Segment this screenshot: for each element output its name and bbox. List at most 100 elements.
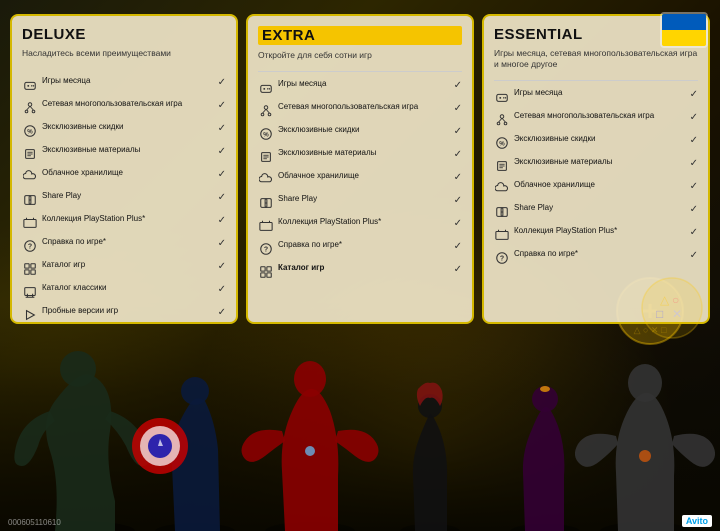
- check-icon: ✓: [690, 250, 698, 261]
- check-icon: ✓: [454, 126, 462, 137]
- feature-label: Облачное хранилище: [514, 180, 686, 190]
- check-icon: ✓: [218, 169, 226, 180]
- discount-icon: %: [22, 123, 38, 139]
- help-icon: ?: [494, 250, 510, 266]
- list-item: Каталог игр ✓: [258, 262, 462, 281]
- ps-collection-icon: [22, 215, 38, 231]
- feature-label: Сетевая многопользовательская игра: [278, 102, 450, 112]
- deluxe-title: DELUXE: [22, 26, 226, 43]
- cloud-icon: [258, 172, 274, 188]
- card-extra: EXTRA Откройте для себя сотни игр Игры м…: [246, 14, 474, 324]
- feature-label: Сетевая многопользовательская игра: [42, 99, 214, 109]
- check-icon: ✓: [454, 149, 462, 160]
- list-item: Share Play ✓: [494, 202, 698, 221]
- list-item: Игры месяца ✓: [494, 87, 698, 106]
- share-icon: [494, 204, 510, 220]
- feature-label: Коллекция PlayStation Plus*: [42, 214, 214, 224]
- materials-icon: [494, 158, 510, 174]
- list-item: Сетевая многопользовательская игра ✓: [22, 98, 226, 117]
- catalog-icon: [22, 261, 38, 277]
- svg-text:%: %: [27, 129, 33, 136]
- check-icon: ✓: [218, 238, 226, 249]
- list-item: Облачное хранилище ✓: [494, 179, 698, 198]
- feature-label: Каталог игр: [278, 263, 450, 273]
- list-item: Эксклюзивные материалы ✓: [494, 156, 698, 175]
- cloud-icon: [22, 169, 38, 185]
- network-icon: [258, 103, 274, 119]
- help-icon: ?: [22, 238, 38, 254]
- check-icon: ✓: [218, 307, 226, 318]
- check-icon: ✓: [690, 89, 698, 100]
- check-icon: ✓: [454, 241, 462, 252]
- svg-text:?: ?: [500, 256, 504, 263]
- feature-label: Эксклюзивные скидки: [278, 125, 450, 135]
- list-item: ? Справка по игре* ✓: [258, 239, 462, 258]
- list-item: % Эксклюзивные скидки ✓: [22, 121, 226, 140]
- feature-label: Справка по игре*: [42, 237, 214, 247]
- ps-collection-icon: [258, 218, 274, 234]
- list-item: ? Справка по игре* ✓: [22, 236, 226, 255]
- check-icon: ✓: [454, 103, 462, 114]
- gamepad-icon: [258, 80, 274, 96]
- feature-label: Share Play: [278, 194, 450, 204]
- list-item: Коллекция PlayStation Plus* ✓: [494, 225, 698, 244]
- cloud-icon: [494, 181, 510, 197]
- check-icon: ✓: [690, 158, 698, 169]
- list-item: Share Play ✓: [22, 190, 226, 209]
- characters-illustration: [0, 301, 720, 531]
- check-icon: ✓: [454, 195, 462, 206]
- list-item: Сетевая многопользовательская игра ✓: [258, 101, 462, 120]
- discount-icon: %: [258, 126, 274, 142]
- feature-label: Share Play: [42, 191, 214, 201]
- ukraine-flag: [660, 12, 708, 48]
- feature-label: Игры месяца: [278, 79, 450, 89]
- list-item: Каталог классики ✓: [22, 282, 226, 301]
- network-icon: [22, 100, 38, 116]
- check-icon: ✓: [690, 227, 698, 238]
- feature-label: Эксклюзивные материалы: [42, 145, 214, 155]
- check-icon: ✓: [218, 192, 226, 203]
- list-item: Share Play ✓: [258, 193, 462, 212]
- check-icon: ✓: [690, 181, 698, 192]
- plans-container: DELUXE Насладитесь всеми преимуществами …: [10, 14, 710, 324]
- check-icon: ✓: [218, 100, 226, 111]
- list-item: Каталог игр ✓: [22, 259, 226, 278]
- feature-label: Каталог игр: [42, 260, 214, 270]
- feature-label: Пробные версии игр: [42, 306, 214, 316]
- list-item: % Эксклюзивные скидки ✓: [494, 133, 698, 152]
- feature-label: Справка по игре*: [514, 249, 686, 259]
- check-icon: ✓: [218, 77, 226, 88]
- help-icon: ?: [258, 241, 274, 257]
- gamepad-icon: [494, 89, 510, 105]
- ps-collection-icon: [494, 227, 510, 243]
- list-item: Игры месяца ✓: [258, 78, 462, 97]
- check-icon: ✓: [218, 215, 226, 226]
- check-icon: ✓: [218, 284, 226, 295]
- materials-icon: [22, 146, 38, 162]
- extra-divider: [258, 71, 462, 72]
- list-item: Эксклюзивные материалы ✓: [258, 147, 462, 166]
- watermark: 000605110610: [8, 518, 61, 527]
- list-item: % Эксклюзивные скидки ✓: [258, 124, 462, 143]
- trials-icon: [22, 307, 38, 323]
- svg-text:%: %: [263, 132, 269, 139]
- ps-symbols-decoration: △ ○ □ ✕: [640, 276, 705, 346]
- feature-label: Справка по игре*: [278, 240, 450, 250]
- list-item: Игры месяца ✓: [22, 75, 226, 94]
- discount-icon: %: [494, 135, 510, 151]
- list-item: Сетевая многопользовательская игра ✓: [494, 110, 698, 129]
- list-item: Эксклюзивные материалы ✓: [22, 144, 226, 163]
- check-icon: ✓: [454, 172, 462, 183]
- svg-text:□: □: [656, 307, 663, 321]
- feature-label: Каталог классики: [42, 283, 214, 293]
- list-item: Коллекция PlayStation Plus* ✓: [22, 213, 226, 232]
- feature-label: Эксклюзивные материалы: [514, 157, 686, 167]
- list-item: Пробные версии игр ✓: [22, 305, 226, 324]
- share-icon: [258, 195, 274, 211]
- check-icon: ✓: [690, 135, 698, 146]
- deluxe-subtitle: Насладитесь всеми преимуществами: [22, 48, 226, 59]
- feature-label: Коллекция PlayStation Plus*: [514, 226, 686, 236]
- feature-label: Коллекция PlayStation Plus*: [278, 217, 450, 227]
- avito-badge: Avito: [682, 515, 712, 527]
- catalog-icon: [258, 264, 274, 280]
